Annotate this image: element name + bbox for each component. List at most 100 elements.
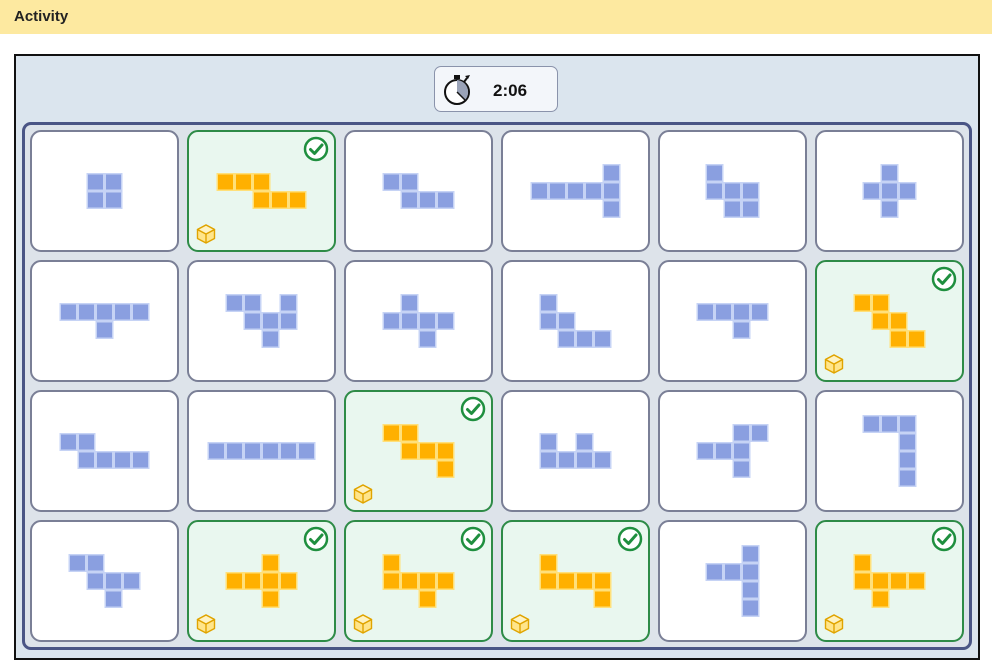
piece-square xyxy=(696,442,715,460)
piece-square xyxy=(243,312,262,330)
piece-square xyxy=(400,312,419,330)
piece-square xyxy=(95,321,114,339)
piece-square xyxy=(557,572,576,590)
piece-square xyxy=(880,200,899,218)
puzzle-card[interactable] xyxy=(501,390,650,512)
timer-value: 2:06 xyxy=(493,81,528,100)
piece-square xyxy=(436,460,455,478)
pentomino-piece xyxy=(696,303,769,339)
piece-square xyxy=(104,191,123,209)
cube-icon xyxy=(824,354,844,374)
piece-square xyxy=(732,303,751,321)
pentomino-piece xyxy=(696,424,769,478)
piece-square xyxy=(602,164,621,182)
piece-square xyxy=(243,294,262,312)
puzzle-card[interactable] xyxy=(344,390,493,512)
piece-square xyxy=(557,330,576,348)
cube-icon xyxy=(824,614,844,634)
puzzle-card[interactable] xyxy=(501,520,650,642)
piece-square xyxy=(853,294,872,312)
piece-square xyxy=(400,572,419,590)
puzzle-card[interactable] xyxy=(501,260,650,382)
piece-square xyxy=(95,451,114,469)
puzzle-card[interactable] xyxy=(187,130,336,252)
puzzle-card[interactable] xyxy=(30,520,179,642)
piece-square xyxy=(741,599,760,617)
piece-square xyxy=(261,442,280,460)
piece-square xyxy=(418,442,437,460)
piece-square xyxy=(436,312,455,330)
piece-square xyxy=(889,312,908,330)
piece-square xyxy=(871,590,890,608)
piece-square xyxy=(86,173,105,191)
puzzle-card[interactable] xyxy=(815,390,964,512)
piece-square xyxy=(732,321,751,339)
piece-square xyxy=(853,554,872,572)
puzzle-card[interactable] xyxy=(344,130,493,252)
piece-square xyxy=(400,442,419,460)
piece-square xyxy=(104,572,123,590)
piece-square xyxy=(871,572,890,590)
pentomino-piece xyxy=(705,164,760,218)
piece-square xyxy=(696,303,715,321)
piece-square xyxy=(279,294,298,312)
piece-square xyxy=(732,442,751,460)
puzzle-card[interactable] xyxy=(187,260,336,382)
piece-square xyxy=(59,433,78,451)
puzzle-card[interactable] xyxy=(30,130,179,252)
piece-square xyxy=(382,424,401,442)
puzzle-card[interactable] xyxy=(815,130,964,252)
piece-square xyxy=(279,312,298,330)
puzzle-card[interactable] xyxy=(30,260,179,382)
piece-square xyxy=(261,572,280,590)
piece-square xyxy=(584,182,603,200)
piece-square xyxy=(575,451,594,469)
piece-square xyxy=(77,451,96,469)
puzzle-card[interactable] xyxy=(30,390,179,512)
puzzle-card[interactable] xyxy=(815,260,964,382)
piece-square xyxy=(131,451,150,469)
piece-square xyxy=(898,469,917,487)
piece-square xyxy=(382,554,401,572)
piece-square xyxy=(59,303,78,321)
piece-square xyxy=(539,572,558,590)
piece-square xyxy=(234,173,253,191)
cube-icon xyxy=(353,484,373,504)
piece-square xyxy=(225,294,244,312)
piece-square xyxy=(113,451,132,469)
puzzle-card[interactable] xyxy=(344,260,493,382)
piece-square xyxy=(436,572,455,590)
puzzle-card[interactable] xyxy=(187,390,336,512)
piece-square xyxy=(288,191,307,209)
piece-square xyxy=(86,191,105,209)
piece-square xyxy=(705,164,724,182)
puzzle-board xyxy=(22,122,972,650)
piece-square xyxy=(77,433,96,451)
piece-square xyxy=(750,303,769,321)
app-title: Activity xyxy=(14,8,69,25)
puzzle-card[interactable] xyxy=(658,260,807,382)
piece-square xyxy=(243,442,262,460)
puzzle-card[interactable] xyxy=(344,520,493,642)
puzzle-card[interactable] xyxy=(187,520,336,642)
puzzle-card[interactable] xyxy=(658,130,807,252)
piece-square xyxy=(539,294,558,312)
piece-square xyxy=(898,433,917,451)
piece-square xyxy=(593,451,612,469)
puzzle-card[interactable] xyxy=(658,390,807,512)
piece-square xyxy=(741,545,760,563)
piece-square xyxy=(539,312,558,330)
puzzle-card[interactable] xyxy=(501,130,650,252)
pentomino-piece xyxy=(862,164,917,218)
puzzle-card[interactable] xyxy=(815,520,964,642)
piece-square xyxy=(436,442,455,460)
piece-square xyxy=(207,442,226,460)
pentomino-piece xyxy=(382,294,455,348)
piece-square xyxy=(705,182,724,200)
pentomino-piece xyxy=(539,294,612,348)
piece-square xyxy=(871,312,890,330)
piece-square xyxy=(216,173,235,191)
piece-square xyxy=(382,572,401,590)
puzzle-card[interactable] xyxy=(658,520,807,642)
piece-square xyxy=(593,590,612,608)
